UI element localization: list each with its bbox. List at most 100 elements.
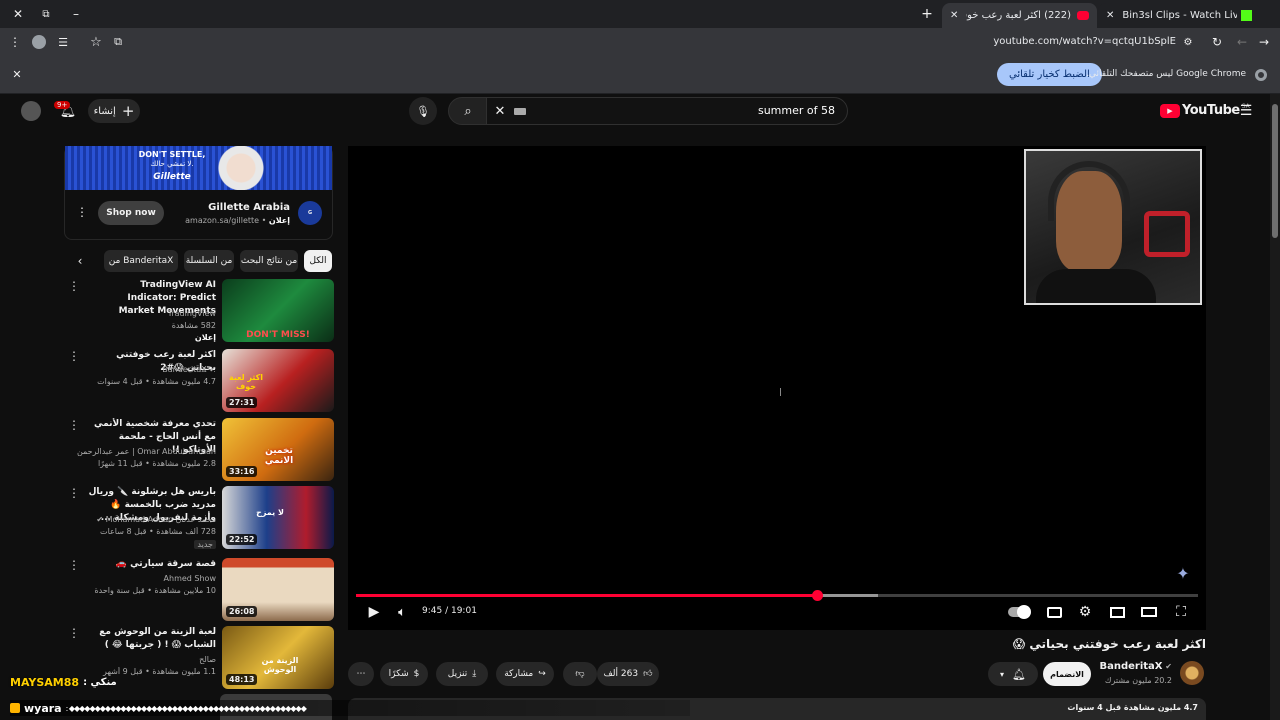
video-thumbnail[interactable]: 26:08 xyxy=(222,558,334,621)
scrollbar-thumb[interactable] xyxy=(1272,104,1278,238)
autoplay-toggle[interactable] xyxy=(1008,605,1031,619)
video-meta: 10 ملايين مشاهدة • قبل سنة واحدة xyxy=(94,586,216,595)
video-thumbnail[interactable]: اكثر لعبة خوف 27:31 xyxy=(222,349,334,412)
clear-search-icon[interactable]: ✕ xyxy=(491,102,509,120)
search-query: summer of 58 xyxy=(757,104,835,117)
ad-menu-kebab-icon[interactable]: ⋮ xyxy=(76,204,88,220)
channel-label: محمد عدنان Mohamad Adnan xyxy=(105,515,216,524)
item-menu-kebab-icon[interactable]: ⋮ xyxy=(68,558,80,572)
item-menu-kebab-icon[interactable]: ⋮ xyxy=(68,418,80,432)
search-button[interactable]: ⌕ xyxy=(448,97,488,125)
chat-username: wyara xyxy=(24,701,62,715)
page-scrollbar[interactable] xyxy=(1270,94,1280,720)
profile-icon[interactable] xyxy=(32,35,46,49)
duration-badge: 22:52 xyxy=(226,534,258,545)
ad-banner-image[interactable]: DON'T SETTLE, لا تمشي حالك. Gillette xyxy=(65,146,332,190)
thumb-overlay-text: DON'T MISS! xyxy=(246,330,310,340)
list-item[interactable]: تخمين الانمي 33:16 تحدي معرفة شخصية الأن… xyxy=(64,418,334,484)
play-icon[interactable]: ▶ xyxy=(364,602,384,622)
chip-all[interactable]: الكل xyxy=(304,250,332,272)
video-title: اكثر لعبة رعب خوفتني بحياتي 😱 xyxy=(1012,637,1206,651)
item-menu-kebab-icon[interactable]: ⋮ xyxy=(68,279,80,293)
channel-watermark-icon[interactable]: ✦ xyxy=(1172,562,1194,584)
create-button[interactable]: إنشاء + xyxy=(88,99,140,123)
search-icon: ⌕ xyxy=(464,103,472,119)
item-menu-kebab-icon[interactable]: ⋮ xyxy=(68,626,80,640)
youtube-favicon-icon xyxy=(1077,11,1089,20)
channel-name: Omar Abdulrahman | عمر عبدالرحمن xyxy=(76,447,216,456)
site-settings-icon[interactable]: ⚙ xyxy=(1180,34,1196,50)
channel-avatar[interactable] xyxy=(1180,661,1204,685)
youtube-play-logo-icon: ▶ xyxy=(1160,103,1180,118)
bookmark-star-icon[interactable]: ☆ xyxy=(88,34,104,50)
verified-icon: ✔︎ xyxy=(1162,662,1172,671)
chair-accent xyxy=(1144,211,1190,257)
settings-gear-icon[interactable]: ⚙ xyxy=(1075,602,1095,622)
logo-text: YouTube xyxy=(1182,103,1240,118)
create-label: إنشاء xyxy=(93,105,116,117)
list-item[interactable]: 26:08 قصة سرقة سيارتي 🚗 Ahmed Show 10 مل… xyxy=(64,558,334,624)
join-button[interactable]: الانضمام xyxy=(1043,662,1091,686)
voice-search-button[interactable]: 🎙︎ xyxy=(409,97,437,125)
volume-icon[interactable]: 🔈︎ xyxy=(392,602,412,622)
mouse-cursor xyxy=(780,388,781,396)
banner-line2: لا تمشي حالك. xyxy=(150,160,194,168)
duration-time: 19:01 xyxy=(450,606,477,616)
account-avatar[interactable] xyxy=(21,101,41,121)
maximize-window-icon[interactable]: ⧉ xyxy=(38,6,54,22)
close-tab-icon[interactable]: ✕ xyxy=(1106,10,1114,21)
chip-from-search[interactable]: من نتائج البحث xyxy=(240,250,298,272)
new-tab-button[interactable]: + xyxy=(919,6,935,22)
close-tab-icon[interactable]: ✕ xyxy=(950,10,958,21)
current-time: 9:45 xyxy=(422,606,443,616)
menu-kebab-icon[interactable]: ⋮ xyxy=(8,34,22,50)
close-infobar-icon[interactable]: ✕ xyxy=(10,67,24,81)
progress-scrubber[interactable] xyxy=(812,590,824,601)
subscribed-button[interactable]: ▾ 🔔︎ xyxy=(988,662,1038,686)
video-thumbnail[interactable]: لا يمزح 22:52 xyxy=(222,486,334,549)
search-input[interactable]: ✕ summer of 58 xyxy=(486,97,848,125)
advertiser-name: Gillette Arabia xyxy=(208,202,290,213)
video-thumbnail[interactable]: تخمين الانمي 33:16 xyxy=(222,418,334,481)
reload-icon[interactable]: ↻ xyxy=(1209,34,1225,50)
streamer-shirt xyxy=(1036,269,1156,303)
guide-menu-icon[interactable]: ☰ xyxy=(1237,102,1255,120)
autoplay-knob xyxy=(1017,605,1031,619)
new-badge-label: جديد xyxy=(194,540,216,549)
chat-username: MAYSAM88 xyxy=(10,675,80,689)
tab-kick[interactable]: ✕ Bin3sl Clips - Watch Live on Kick xyxy=(1098,3,1260,28)
keyboard-icon[interactable] xyxy=(514,108,526,115)
chip-from-channel[interactable]: من BanderitaX xyxy=(104,250,178,272)
item-menu-kebab-icon[interactable]: ⋮ xyxy=(68,349,80,363)
minimize-window-icon[interactable]: – xyxy=(68,6,84,22)
video-thumbnail[interactable]: DON'T MISS! xyxy=(222,279,334,342)
banner-photo xyxy=(217,146,277,190)
tab-youtube-video[interactable]: ✕ (222) اكثر لعبة رعب خوفتني بحيا... xyxy=(942,3,1097,28)
chevron-down-icon: ▾ xyxy=(1000,669,1005,679)
ad-cta-button[interactable]: Shop now xyxy=(98,201,164,225)
subtitles-icon[interactable] xyxy=(1044,602,1064,622)
list-item[interactable]: اكثر لعبة خوف 27:31 اكثر لعبة رعب خوفتني… xyxy=(64,349,334,415)
url-field[interactable]: youtube.com/watch?v=qctqU1bSplE xyxy=(880,36,1176,47)
item-menu-kebab-icon[interactable]: ⋮ xyxy=(68,486,80,500)
back-icon[interactable]: → xyxy=(1256,34,1272,50)
miniplayer-icon[interactable] xyxy=(1107,602,1127,622)
list-item[interactable]: DON'T MISS! TradingView AI Indicator: Pr… xyxy=(64,279,334,345)
channel-label: BanderitaX xyxy=(1099,661,1163,672)
verified-icon: ✔︎ xyxy=(96,515,106,524)
ad-domain: amazon.sa/gillette xyxy=(185,216,260,225)
chips-scroll-left-icon[interactable]: ‹ xyxy=(72,252,88,270)
list-item[interactable]: لا يمزح 22:52 باريس هل برشلونة 🔪 وريال م… xyxy=(64,486,334,552)
ad-meta: amazon.sa/gillette • إعلان xyxy=(185,216,290,225)
chip-from-series[interactable]: من السلسلة xyxy=(184,250,234,272)
channel-name[interactable]: BanderitaX ✔︎ xyxy=(1080,661,1172,672)
theater-mode-icon[interactable] xyxy=(1139,602,1159,622)
close-window-icon[interactable]: ✕ xyxy=(10,6,26,22)
progress-track[interactable] xyxy=(356,590,1198,601)
install-app-icon[interactable]: ⧉ xyxy=(110,34,126,50)
infobar-text: Google Chrome ليس متصفحك التلقائي. xyxy=(1086,69,1246,79)
tune-icon[interactable]: ☰ xyxy=(56,34,70,50)
forward-icon[interactable]: ← xyxy=(1234,34,1250,50)
fullscreen-icon[interactable]: ⛶ xyxy=(1171,602,1191,622)
thumb-overlay-text: الزينة من الوحوش xyxy=(261,656,299,674)
